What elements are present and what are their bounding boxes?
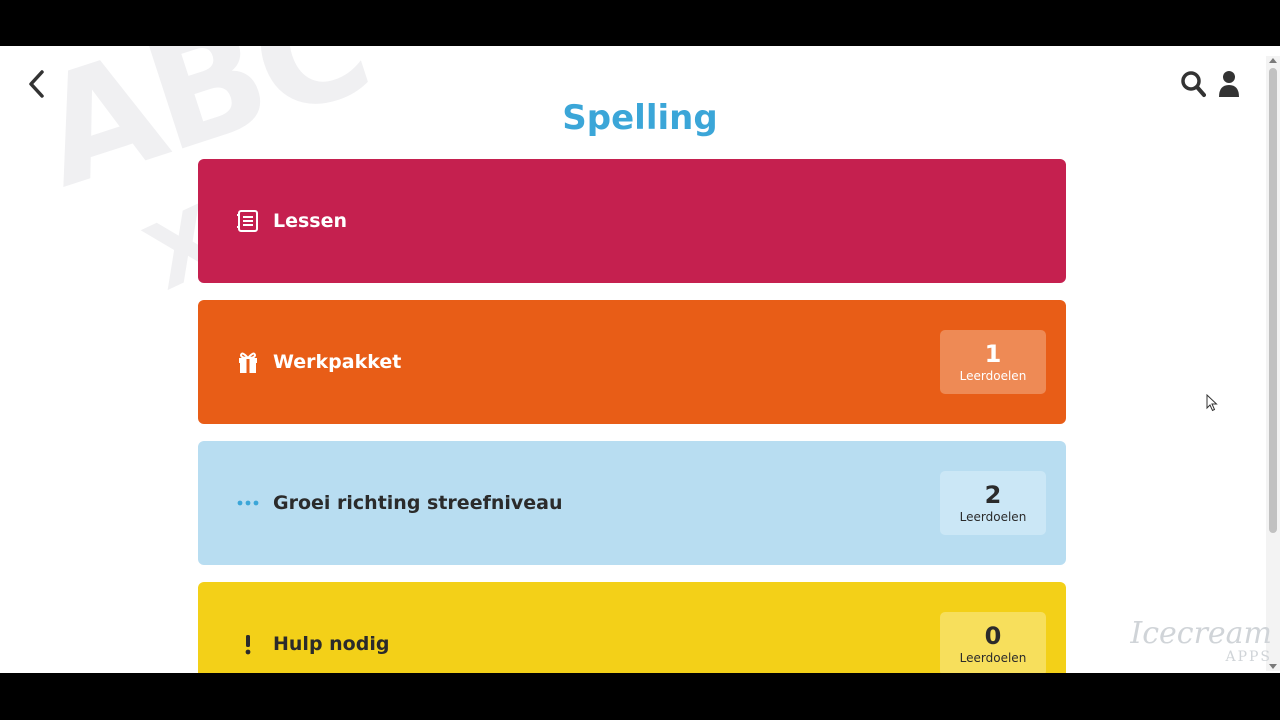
scrollbar[interactable] — [1266, 56, 1280, 671]
exclamation-icon — [236, 632, 260, 656]
chevron-left-icon — [29, 70, 44, 98]
card-lessen[interactable]: Lessen — [198, 159, 1066, 283]
page-title: Spelling — [562, 98, 718, 138]
app-screen: ABC X Spelling Lessen Werkpakket 1 Leerd… — [0, 46, 1280, 673]
card-label: Werkpakket — [273, 351, 402, 373]
list-icon — [236, 209, 260, 233]
card-hulp-nodig[interactable]: Hulp nodig 0 Leerdoelen — [198, 582, 1066, 673]
card-groei-richting-streefniveau[interactable]: Groei richting streefniveau 2 Leerdoelen — [198, 441, 1066, 565]
card-werkpakket[interactable]: Werkpakket 1 Leerdoelen — [198, 300, 1066, 424]
back-button[interactable] — [24, 68, 52, 100]
card-label: Hulp nodig — [273, 633, 390, 655]
leerdoelen-badge: 2 Leerdoelen — [940, 471, 1046, 535]
badge-caption: Leerdoelen — [959, 369, 1027, 383]
gift-icon — [236, 350, 260, 374]
badge-caption: Leerdoelen — [959, 651, 1027, 665]
top-toolbar — [1180, 70, 1244, 98]
leerdoelen-badge: 0 Leerdoelen — [940, 612, 1046, 673]
dots-icon — [236, 491, 260, 515]
mouse-cursor-icon — [1206, 393, 1218, 416]
badge-count: 0 — [984, 622, 1002, 650]
card-label: Groei richting streefniveau — [273, 492, 563, 514]
scrollbar-thumb[interactable] — [1269, 68, 1277, 533]
badge-count: 1 — [984, 340, 1002, 368]
search-icon — [1181, 71, 1206, 97]
badge-count: 2 — [984, 481, 1002, 509]
watermark-sub: APPS — [1225, 649, 1272, 665]
watermark-brand: Icecream — [1130, 616, 1272, 651]
badge-caption: Leerdoelen — [959, 510, 1027, 524]
card-label: Lessen — [273, 210, 348, 232]
search-button[interactable] — [1180, 70, 1206, 98]
leerdoelen-badge: 1 Leerdoelen — [940, 330, 1046, 394]
user-button[interactable] — [1218, 70, 1244, 98]
scroll-up-icon[interactable] — [1269, 58, 1277, 63]
user-icon — [1219, 71, 1239, 97]
watermark: Icecream APPS — [1130, 616, 1272, 666]
